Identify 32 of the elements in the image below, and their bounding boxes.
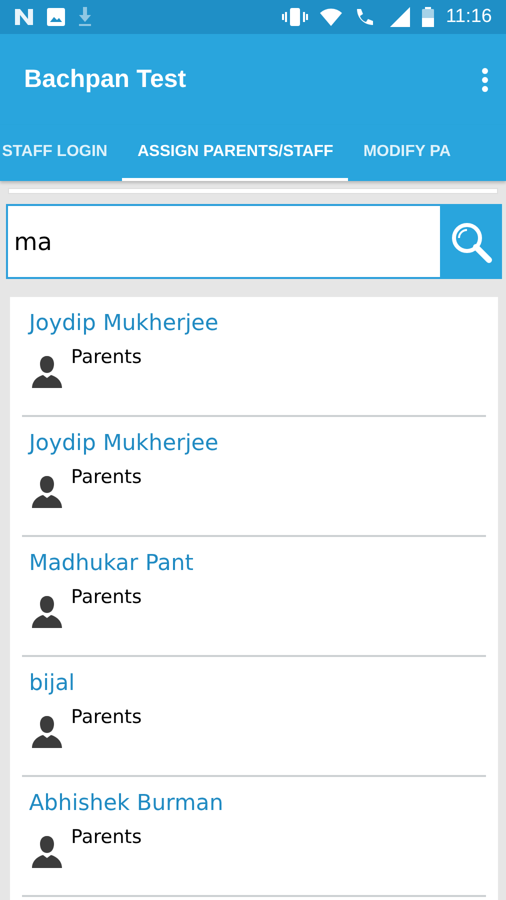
person-icon [29,714,65,750]
app-title: Bachpan Test [24,65,188,94]
person-icon [29,354,65,390]
person-icon [29,474,65,510]
person-icon [29,594,65,630]
person-name: Madhukar Pant [29,551,195,576]
more-options-icon[interactable] [482,68,488,92]
person-name: Joydip Mukherjee [29,431,220,456]
result-item[interactable]: Joydip Mukherjee Parents [22,297,486,417]
image-icon [46,7,66,27]
search-field[interactable]: ma [6,204,440,279]
role-label: Parents [71,826,142,848]
result-item[interactable]: bijal Parents [22,657,486,777]
role-label: Parents [71,466,142,488]
wifi-icon [320,8,342,26]
battery-icon [422,7,434,27]
person-name: bijal [29,671,76,696]
role-label: Parents [71,586,142,608]
result-item[interactable]: Joydip Mukherjee Parents [22,417,486,537]
person-name: Abhishek Burman [29,791,224,816]
result-item[interactable]: Abhishek Burman Parents [22,777,486,897]
role-label: Parents [71,706,142,728]
notification-icon [14,8,34,26]
download-icon [78,7,92,27]
person-name: Joydip Mukherjee [29,311,220,336]
role-label: Parents [71,346,142,368]
result-item[interactable]: Madhukar Pant Parents [22,537,486,657]
clock-time: 11:16 [446,6,492,28]
person-icon [29,834,65,870]
vibrate-icon [282,7,308,27]
signal-icon [388,7,410,27]
search-button[interactable] [440,204,502,279]
